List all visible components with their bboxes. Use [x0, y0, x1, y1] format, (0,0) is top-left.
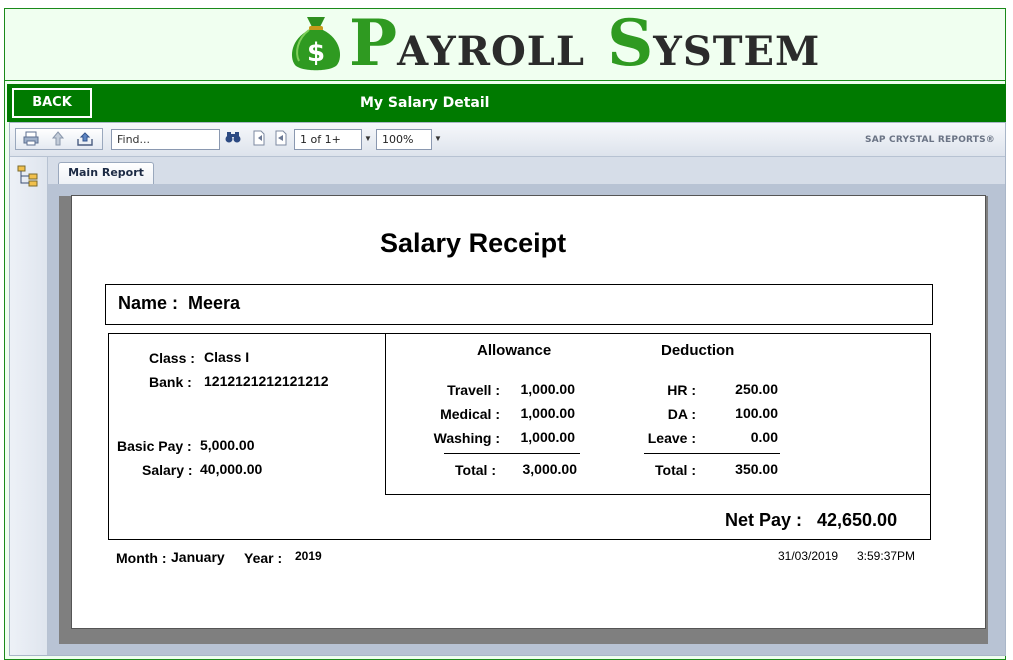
- month-value: January: [171, 549, 225, 565]
- basic-pay-label: Basic Pay :: [117, 438, 192, 454]
- page-title: My Salary Detail: [360, 95, 490, 111]
- bank-label: Bank :: [149, 374, 192, 390]
- find-binoculars-icon[interactable]: [224, 130, 242, 148]
- back-button[interactable]: BACK: [12, 88, 92, 118]
- net-pay-value: 42,650.00: [817, 510, 898, 530]
- year-value: 2019: [295, 549, 322, 563]
- title-bar: BACK My Salary Detail: [7, 84, 1006, 122]
- print-time: 3:59:37PM: [857, 549, 916, 563]
- detail-divider: [385, 494, 931, 495]
- salary-detail-box: Class : Class I Bank : 1212121212121212 …: [108, 333, 931, 540]
- deduction-total-label: Total :: [655, 462, 696, 478]
- deduction-total-rule: [644, 453, 780, 454]
- money-bag-icon: $: [291, 17, 341, 71]
- leave-label: Leave :: [647, 430, 696, 446]
- group-tree-icon[interactable]: [17, 165, 39, 187]
- report-page: Salary Receipt Name : Meera Class : Clas…: [71, 195, 986, 629]
- zoom-select[interactable]: 100%: [376, 129, 432, 150]
- export-up-icon[interactable]: [49, 131, 67, 148]
- chevron-down-icon[interactable]: ▼: [363, 130, 373, 148]
- page-number-select[interactable]: 1 of 1+: [294, 129, 362, 150]
- travel-label: Travell :: [447, 382, 500, 398]
- export-icon[interactable]: [76, 131, 94, 148]
- print-icon[interactable]: [22, 131, 40, 148]
- report-viewer: Find... 1 of 1+ ▼ 100% ▼ SAP CRYSTAL REP…: [9, 122, 1006, 656]
- sap-crystal-brand: SAP CRYSTAL REPORTS®: [865, 135, 995, 145]
- allowance-total-rule: [444, 453, 580, 454]
- allowance-total-label: Total :: [455, 462, 496, 478]
- class-label: Class :: [149, 350, 195, 366]
- leave-value: 0.00: [750, 429, 778, 445]
- name-box: Name : Meera: [105, 284, 933, 325]
- tab-main-report[interactable]: Main Report: [58, 162, 154, 184]
- net-pay-label: Net Pay :: [725, 510, 803, 530]
- class-value: Class I: [204, 349, 250, 365]
- detail-divider: [385, 334, 386, 495]
- logo-word-ystem: YSTEM: [653, 28, 821, 75]
- name-label: Name :: [118, 293, 179, 313]
- app-logo-text: PAYROLL SYSTEM: [349, 9, 820, 79]
- da-value: 100.00: [735, 405, 778, 421]
- month-label: Month :: [116, 550, 167, 566]
- group-tree-panel: [10, 157, 48, 655]
- name-value: Meera: [188, 293, 241, 313]
- year-label: Year :: [244, 550, 283, 566]
- basic-pay-value: 5,000.00: [200, 437, 255, 453]
- allowance-total-value: 3,000.00: [522, 461, 578, 477]
- logo-letter-p: P: [349, 6, 398, 81]
- washing-label: Washing :: [433, 430, 500, 446]
- logo-dollar-symbol: $: [307, 38, 325, 68]
- logo-letter-s: S: [607, 6, 654, 81]
- logo-word-ayroll: AYROLL: [397, 28, 586, 75]
- deduction-heading: Deduction: [661, 342, 735, 359]
- hr-value: 250.00: [735, 381, 778, 397]
- da-label: DA :: [667, 406, 696, 422]
- first-page-icon[interactable]: [251, 130, 267, 148]
- find-input[interactable]: Find...: [111, 129, 220, 150]
- viewer-toolbar: Find... 1 of 1+ ▼ 100% ▼ SAP CRYSTAL REP…: [10, 123, 1005, 157]
- prev-page-icon[interactable]: [273, 130, 289, 148]
- washing-value: 1,000.00: [520, 429, 576, 445]
- report-title: Salary Receipt: [380, 228, 567, 258]
- salary-value: 40,000.00: [200, 461, 263, 477]
- payroll-app: $ PAYROLL SYSTEM BACK My Salary Detail F…: [0, 0, 1013, 660]
- travel-value: 1,000.00: [520, 381, 576, 397]
- allowance-heading: Allowance: [477, 342, 552, 359]
- deduction-total-value: 350.00: [735, 461, 778, 477]
- export-print-group: [15, 128, 103, 150]
- salary-label: Salary :: [142, 462, 193, 478]
- chevron-down-icon[interactable]: ▼: [433, 130, 443, 148]
- hr-label: HR :: [667, 382, 696, 398]
- print-date: 31/03/2019: [778, 549, 839, 563]
- medical-value: 1,000.00: [520, 405, 576, 421]
- bank-value: 1212121212121212: [204, 373, 329, 389]
- medical-label: Medical :: [440, 406, 500, 422]
- app-header: $ PAYROLL SYSTEM: [4, 8, 1006, 81]
